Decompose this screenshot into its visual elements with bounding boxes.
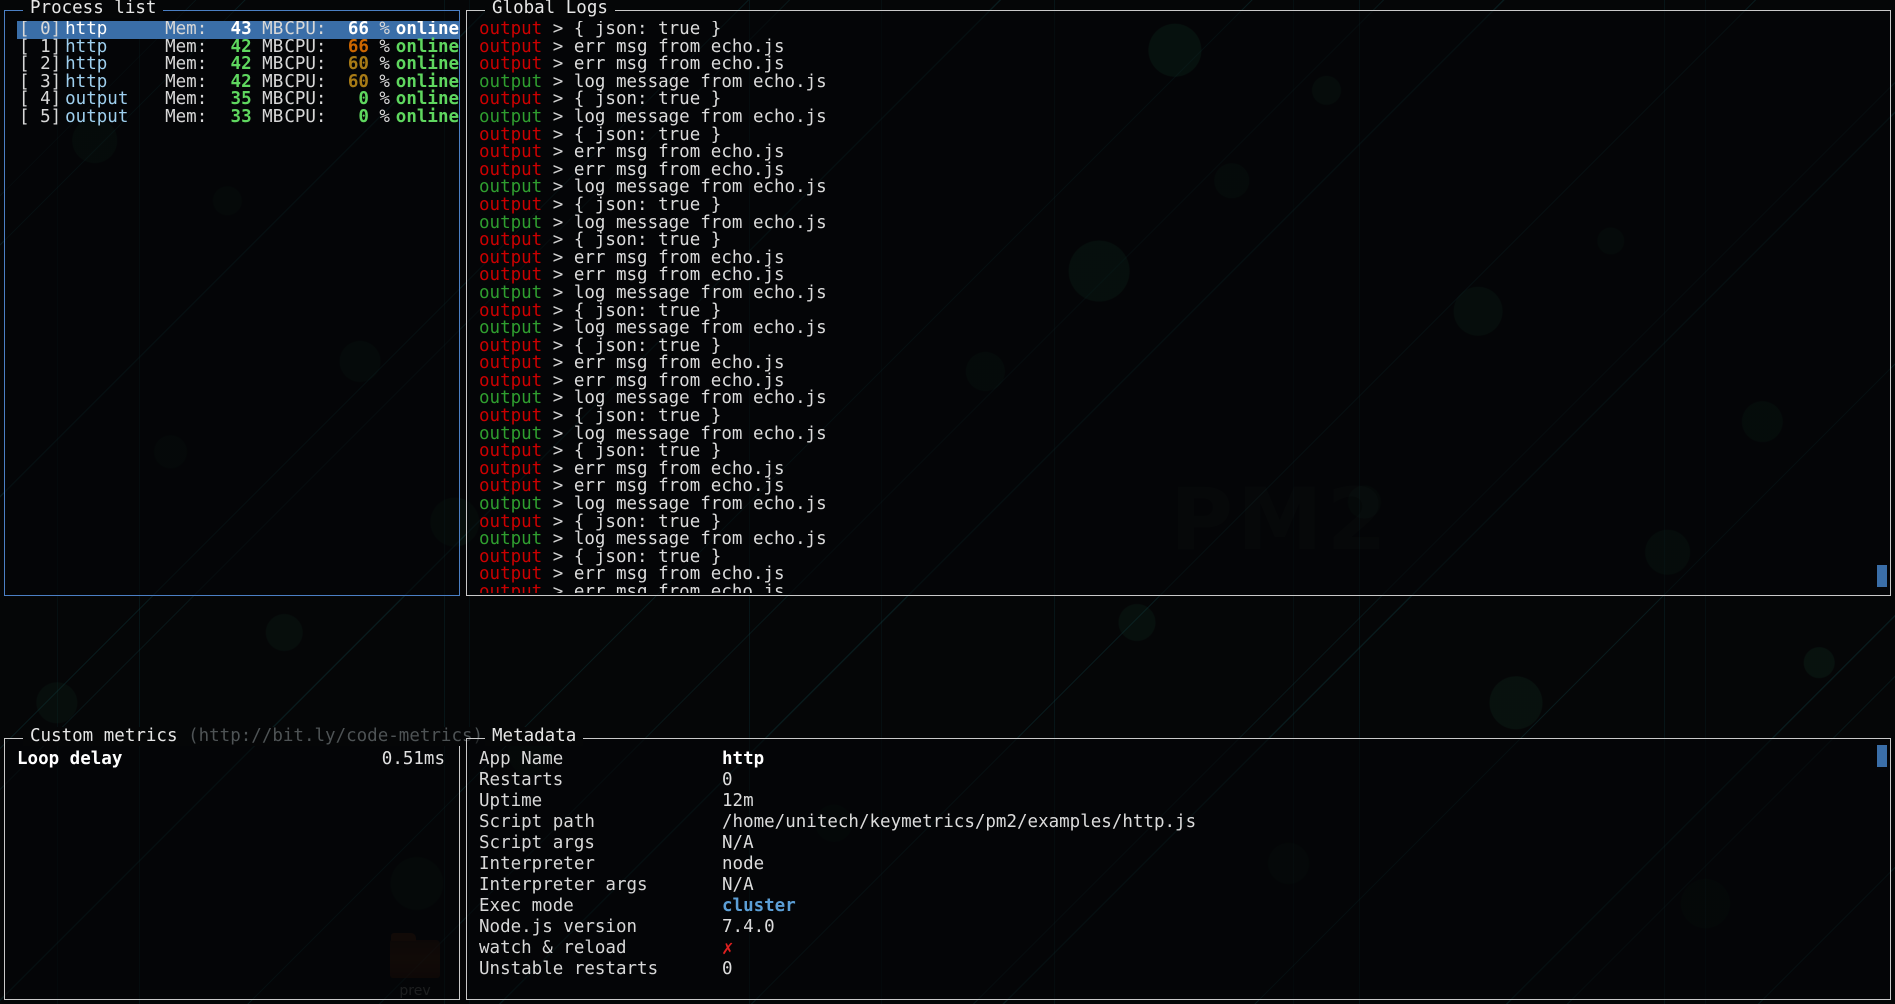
metadata-title: Metadata — [485, 727, 583, 746]
process-mem-unit: MB — [252, 21, 285, 39]
global-logs-panel[interactable]: Global Logs output > { json: true }outpu… — [466, 10, 1891, 596]
log-message: err msg from echo.js — [574, 582, 785, 593]
metadata-key: Uptime — [479, 791, 722, 812]
process-status: online — [396, 91, 459, 109]
metadata-row-10: Unstable restarts0 — [479, 959, 1890, 980]
metadata-value: N/A — [722, 875, 754, 896]
process-row-4[interactable]: [ 4]outputMem:35 MBCPU:0 %online — [17, 91, 459, 109]
process-cpu-label: CPU: — [284, 109, 338, 127]
process-mem-label: Mem: — [165, 56, 219, 74]
process-name: output — [65, 109, 165, 127]
metadata-row-0: App Namehttp — [479, 749, 1890, 770]
process-mem-label: Mem: — [165, 91, 219, 109]
global-logs-title: Global Logs — [485, 0, 615, 18]
process-row-0[interactable]: [ 0]httpMem:43 MBCPU:66 %online — [17, 21, 459, 39]
metadata-scrollbar-thumb[interactable] — [1877, 745, 1887, 767]
process-status: online — [396, 109, 459, 127]
process-cpu-value: 0 — [338, 91, 369, 109]
metadata-row-8: Node.js version7.4.0 — [479, 917, 1890, 938]
metadata-key: Interpreter — [479, 854, 722, 875]
metadata-row-5: Interpreternode — [479, 854, 1890, 875]
process-cpu-label: CPU: — [284, 91, 338, 109]
process-list-title: Process list — [23, 0, 163, 18]
process-cpu-label: CPU: — [284, 56, 338, 74]
metadata-row-9: watch & reload✗ — [479, 938, 1890, 959]
metadata-key: Exec mode — [479, 896, 722, 917]
metadata-key: watch & reload — [479, 938, 722, 959]
metadata-value: 7.4.0 — [722, 917, 775, 938]
process-cpu-value: 60 — [338, 56, 369, 74]
process-mem-unit: MB — [252, 91, 285, 109]
custom-metrics-title-text: Custom metrics — [30, 726, 178, 746]
process-cpu-unit: % — [369, 56, 396, 74]
metadata-key: Node.js version — [479, 917, 722, 938]
metric-name: Loop delay — [17, 749, 122, 770]
metadata-key: Unstable restarts — [479, 959, 722, 980]
process-status: online — [396, 21, 459, 39]
process-cpu-value: 66 — [338, 21, 369, 39]
process-cpu-value: 0 — [338, 109, 369, 127]
log-row-32: output > err msg from echo.js — [479, 584, 1890, 593]
metadata-row-3: Script path/home/unitech/keymetrics/pm2/… — [479, 812, 1890, 833]
process-row-2[interactable]: [ 2]httpMem:42 MBCPU:60 %online — [17, 56, 459, 74]
metadata-value: 0 — [722, 770, 733, 791]
process-mem-label: Mem: — [165, 21, 219, 39]
metadata-value: 0 — [722, 959, 733, 980]
metric-row-0: Loop delay 0.51ms — [17, 749, 459, 770]
process-mem-label: Mem: — [165, 109, 219, 127]
process-mem-value: 43 — [219, 21, 252, 39]
metadata-key: Interpreter args — [479, 875, 722, 896]
process-mem-value: 35 — [219, 91, 252, 109]
process-index: [ 4] — [19, 91, 65, 109]
metadata-panel[interactable]: Metadata App NamehttpRestarts0Uptime12mS… — [466, 738, 1891, 1000]
process-mem-value: 33 — [219, 109, 252, 127]
process-name: http — [65, 21, 165, 39]
metadata-value: cluster — [722, 896, 796, 917]
metadata-value: node — [722, 854, 764, 875]
metadata-row-6: Interpreter argsN/A — [479, 875, 1890, 896]
custom-metrics-body: Loop delay 0.51ms — [17, 749, 459, 997]
custom-metrics-panel[interactable]: Custom metrics (http://bit.ly/code-metri… — [4, 738, 460, 1000]
log-app-name: output — [479, 582, 542, 593]
process-cpu-unit: % — [369, 21, 396, 39]
metadata-key: Restarts — [479, 770, 722, 791]
global-logs-body[interactable]: output > { json: true }output > err msg … — [479, 21, 1890, 593]
process-cpu-label: CPU: — [284, 21, 338, 39]
metadata-key: App Name — [479, 749, 722, 770]
metadata-value: ✗ — [722, 938, 733, 959]
metadata-value: 12m — [722, 791, 754, 812]
process-index: [ 5] — [19, 109, 65, 127]
process-mem-unit: MB — [252, 109, 285, 127]
process-mem-unit: MB — [252, 56, 285, 74]
process-name: output — [65, 91, 165, 109]
metadata-row-1: Restarts0 — [479, 770, 1890, 791]
metadata-value: /home/unitech/keymetrics/pm2/examples/ht… — [722, 812, 1196, 833]
log-separator: > — [542, 582, 574, 593]
metric-value: 0.51ms — [382, 749, 445, 770]
process-index: [ 2] — [19, 56, 65, 74]
metadata-body: App NamehttpRestarts0Uptime12mScript pat… — [479, 749, 1890, 997]
custom-metrics-title: Custom metrics (http://bit.ly/code-metri… — [23, 727, 490, 746]
custom-metrics-title-url: (http://bit.ly/code-metrics) — [188, 726, 483, 746]
global-logs-scrollbar-thumb[interactable] — [1877, 565, 1887, 587]
process-cpu-unit: % — [369, 91, 396, 109]
process-mem-value: 42 — [219, 56, 252, 74]
metadata-key: Script path — [479, 812, 722, 833]
process-list-panel[interactable]: Process list [ 0]httpMem:43 MBCPU:66 %on… — [4, 10, 460, 596]
process-row-5[interactable]: [ 5]outputMem:33 MBCPU:0 %online — [17, 109, 459, 127]
process-cpu-unit: % — [369, 109, 396, 127]
process-status: online — [396, 56, 459, 74]
metadata-row-2: Uptime12m — [479, 791, 1890, 812]
process-name: http — [65, 56, 165, 74]
metadata-key: Script args — [479, 833, 722, 854]
metadata-value: N/A — [722, 833, 754, 854]
metadata-row-7: Exec modecluster — [479, 896, 1890, 917]
process-index: [ 0] — [19, 21, 65, 39]
metadata-row-4: Script argsN/A — [479, 833, 1890, 854]
process-list-body[interactable]: [ 0]httpMem:43 MBCPU:66 %online[ 1]httpM… — [17, 21, 459, 593]
metadata-value: http — [722, 749, 764, 770]
